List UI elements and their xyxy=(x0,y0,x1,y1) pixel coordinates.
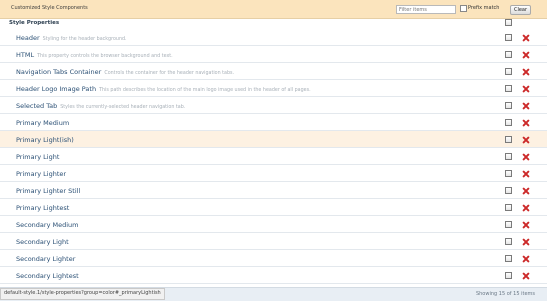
property-description: Controls the container for the header na… xyxy=(104,71,235,76)
row-checkbox[interactable] xyxy=(505,51,512,58)
list-item[interactable]: Primary Light xyxy=(0,148,547,165)
row-checkbox[interactable] xyxy=(505,85,512,92)
page-title: Customized Style Components xyxy=(11,5,88,11)
group-label: Style Properties xyxy=(9,20,60,26)
property-link[interactable]: Selected Tab Styles the currently-selecte… xyxy=(16,102,185,110)
property-link[interactable]: Primary Medium xyxy=(16,119,69,127)
property-link[interactable]: Secondary Medium xyxy=(16,221,78,229)
property-link[interactable]: HTML This property controls the browser b… xyxy=(16,51,173,59)
list-item[interactable]: Primary Lightest xyxy=(0,199,547,216)
property-link[interactable]: Header Styling for the header background. xyxy=(16,34,127,42)
delete-icon[interactable] xyxy=(522,204,530,212)
delete-icon[interactable] xyxy=(522,85,530,93)
property-link[interactable]: Secondary Lighter xyxy=(16,255,75,263)
row-checkbox[interactable] xyxy=(505,68,512,75)
property-link[interactable]: Primary Light(ish) xyxy=(16,136,74,144)
delete-icon[interactable] xyxy=(522,34,530,42)
prefix-match-label: Prefix match xyxy=(468,5,500,11)
select-all-checkbox[interactable] xyxy=(505,19,512,26)
item-count-status: Showing 15 of 15 items xyxy=(475,291,535,297)
property-link[interactable]: Primary Lighter xyxy=(16,170,66,178)
delete-icon[interactable] xyxy=(522,170,530,178)
list-item[interactable]: Navigation Tabs Container Controls the co… xyxy=(0,63,547,80)
row-checkbox[interactable] xyxy=(505,238,512,245)
list-item[interactable]: Secondary Medium xyxy=(0,216,547,233)
list-item-selected[interactable]: Primary Light(ish) xyxy=(0,131,547,148)
property-link[interactable]: Primary Lighter Still xyxy=(16,187,80,195)
property-description: This property controls the browser backg… xyxy=(37,54,173,59)
list-item[interactable]: Secondary Light xyxy=(0,233,547,250)
delete-icon[interactable] xyxy=(522,272,530,280)
delete-icon[interactable] xyxy=(522,102,530,110)
row-checkbox[interactable] xyxy=(505,153,512,160)
list-item[interactable]: HTML This property controls the browser b… xyxy=(0,46,547,63)
row-checkbox[interactable] xyxy=(505,102,512,109)
delete-icon[interactable] xyxy=(522,238,530,246)
clear-button[interactable]: Clear xyxy=(510,5,531,15)
property-link[interactable]: Header Logo Image Path This path describe… xyxy=(16,85,311,93)
row-checkbox[interactable] xyxy=(505,170,512,177)
property-link[interactable]: Primary Lightest xyxy=(16,204,69,212)
list-item[interactable]: Secondary Lightest xyxy=(0,267,547,284)
delete-icon[interactable] xyxy=(522,255,530,263)
list-item[interactable]: Primary Medium xyxy=(0,114,547,131)
property-link[interactable]: Secondary Light xyxy=(16,238,69,246)
delete-icon[interactable] xyxy=(522,51,530,59)
delete-icon[interactable] xyxy=(522,153,530,161)
property-description: This path describes the location of the … xyxy=(99,88,311,93)
property-description: Styles the currently-selected header nav… xyxy=(60,105,186,110)
status-bar-url: default-style.1/style-properties?group=c… xyxy=(0,288,165,300)
list-item[interactable]: Header Styling for the header background. xyxy=(0,29,547,46)
list-item[interactable]: Primary Lighter Still xyxy=(0,182,547,199)
row-checkbox[interactable] xyxy=(505,34,512,41)
row-checkbox[interactable] xyxy=(505,119,512,126)
filter-input[interactable] xyxy=(396,5,456,14)
list-item[interactable]: Secondary Lighter xyxy=(0,250,547,267)
list-item[interactable]: Selected Tab Styles the currently-selecte… xyxy=(0,97,547,114)
delete-icon[interactable] xyxy=(522,221,530,229)
delete-icon[interactable] xyxy=(522,119,530,127)
row-checkbox[interactable] xyxy=(505,187,512,194)
row-checkbox[interactable] xyxy=(505,255,512,262)
row-checkbox[interactable] xyxy=(505,136,512,143)
delete-icon[interactable] xyxy=(522,68,530,76)
row-checkbox[interactable] xyxy=(505,204,512,211)
property-link[interactable]: Secondary Lightest xyxy=(16,272,79,280)
property-description: Styling for the header background. xyxy=(42,37,127,42)
delete-icon[interactable] xyxy=(522,136,530,144)
top-toolbar: Customized Style Components Prefix match… xyxy=(0,0,547,19)
row-checkbox[interactable] xyxy=(505,272,512,279)
row-checkbox[interactable] xyxy=(505,221,512,228)
prefix-match-checkbox[interactable] xyxy=(460,5,467,12)
property-link[interactable]: Navigation Tabs Container Controls the co… xyxy=(16,68,234,76)
list-item[interactable]: Header Logo Image Path This path describe… xyxy=(0,80,547,97)
property-link[interactable]: Primary Light xyxy=(16,153,59,161)
list-item[interactable]: Primary Lighter xyxy=(0,165,547,182)
delete-icon[interactable] xyxy=(522,187,530,195)
